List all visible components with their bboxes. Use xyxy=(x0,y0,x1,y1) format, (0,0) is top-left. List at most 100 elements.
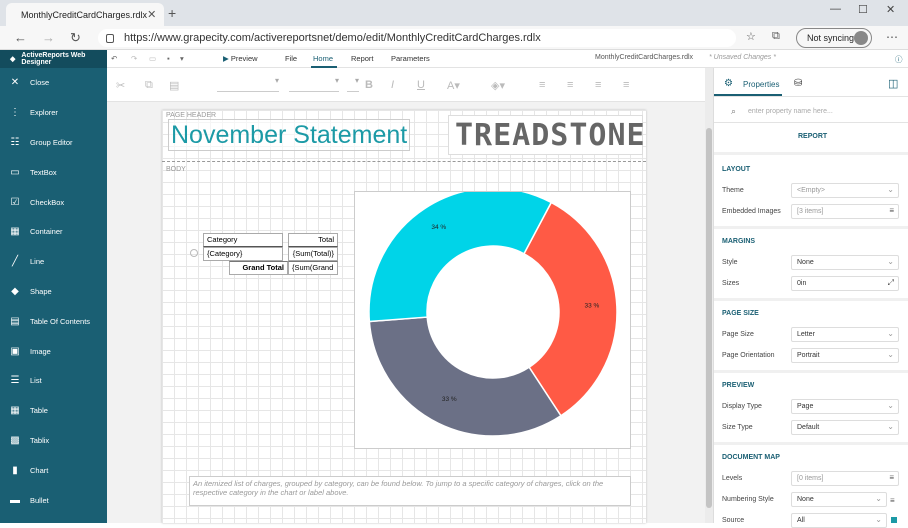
row-handle-icon[interactable] xyxy=(190,249,198,257)
url-text: https://www.grapecity.com/activereportsn… xyxy=(124,32,541,44)
menu-icon[interactable]: ≡ xyxy=(889,474,894,482)
sidebar-item-table[interactable]: ▦ Table xyxy=(0,396,107,426)
toolbox-sidebar: ◆ ActiveReports Web Designer ✕ Close ⋮ Exp… xyxy=(0,50,107,523)
sidebar-item-chart[interactable]: ▮ Chart xyxy=(0,455,107,485)
numbering-style-select[interactable]: None ⌄ xyxy=(791,492,887,507)
sidebar-item-explorer[interactable]: ⋮ Explorer xyxy=(0,98,107,128)
tab-file[interactable]: File xyxy=(285,54,297,63)
preview-tab[interactable]: ▶ Preview xyxy=(223,54,258,63)
table-grand-total-label[interactable]: Grand Total xyxy=(229,261,288,275)
report-note[interactable]: An itemized list of charges, grouped by … xyxy=(189,476,631,506)
sidebar-item-textbox[interactable]: ▭ TextBox xyxy=(0,157,107,187)
table-grand-total-value[interactable]: {Sum(Grand xyxy=(288,261,338,275)
maximize-icon[interactable]: ☐ xyxy=(858,3,868,16)
levels-field[interactable]: [0 items] ≡ xyxy=(791,471,899,486)
paste-icon[interactable]: ▤ xyxy=(169,79,179,92)
donut-slice-gray[interactable] xyxy=(368,316,562,437)
page-orientation-select[interactable]: Portrait ⌄ xyxy=(791,348,899,363)
save-dropdown-icon[interactable]: ▾ xyxy=(180,54,184,63)
tab-report[interactable]: Report xyxy=(351,54,374,63)
table-cell-category[interactable]: {Category} xyxy=(203,247,283,261)
redo-icon[interactable]: ↷ xyxy=(131,54,137,63)
size-type-select[interactable]: Default ⌄ xyxy=(791,420,899,435)
sidebar-item-list[interactable]: ☰ List xyxy=(0,366,107,396)
more-icon[interactable]: ⋯ xyxy=(886,30,898,44)
sidebar-item-toc[interactable]: ▤ Table Of Contents xyxy=(0,306,107,336)
sidebar-item-tablix[interactable]: ▩ Tablix xyxy=(0,426,107,456)
bold-icon[interactable]: B xyxy=(365,79,373,91)
list-icon: ☰ xyxy=(10,375,20,387)
donut-chart[interactable]: 33 % 33 % 34 % xyxy=(354,187,631,449)
property-search-input[interactable]: enter property name here... xyxy=(748,108,833,115)
favorites-icon[interactable]: ☆ xyxy=(746,30,756,43)
embedded-images-field[interactable]: [3 items] ≡ xyxy=(791,204,899,219)
table-header-category[interactable]: Category xyxy=(203,233,283,247)
sidebar-item-image[interactable]: ▣ Image xyxy=(0,336,107,366)
align-center-icon[interactable]: ≡ xyxy=(567,79,573,91)
tab-home[interactable]: Home xyxy=(313,54,333,63)
treadstone-logo[interactable]: TREADSTONE xyxy=(448,115,645,155)
undo-icon[interactable]: ↶ xyxy=(111,54,117,63)
underline-icon[interactable]: U xyxy=(417,79,425,91)
font-family-dropdown[interactable]: ▾ xyxy=(289,76,339,92)
font-color-icon[interactable]: A▾ xyxy=(447,79,460,92)
gear-icon[interactable]: ⚙ xyxy=(724,78,733,89)
sidebar-item-shape[interactable]: ◆ Shape xyxy=(0,277,107,307)
sidebar-item-line[interactable]: ╱ Line xyxy=(0,247,107,277)
menu-icon[interactable]: ≡ xyxy=(889,207,894,215)
display-type-select[interactable]: Page ⌄ xyxy=(791,399,899,414)
toc-icon: ▤ xyxy=(10,315,20,327)
table-cell-total[interactable]: {Sum(Total)} xyxy=(288,247,338,261)
sidebar-item-container[interactable]: ▦ Container xyxy=(0,217,107,247)
sidebar-item-bullet[interactable]: ▬ Bullet xyxy=(0,485,107,515)
sidebar-item-close[interactable]: ✕ Close xyxy=(0,68,107,98)
tab-close-icon[interactable]: ✕ xyxy=(147,8,156,21)
cut-icon[interactable]: ✂ xyxy=(116,79,125,92)
url-field[interactable]: https://www.grapecity.com/activereportsn… xyxy=(98,29,736,47)
canvas-scrollbar[interactable] xyxy=(705,68,713,523)
back-icon[interactable]: ← xyxy=(14,30,27,45)
info-icon[interactable]: ⓘ xyxy=(895,54,903,65)
properties-tab-label[interactable]: Properties xyxy=(743,80,779,89)
align-justify-icon[interactable]: ≡ xyxy=(623,79,629,91)
report-title[interactable]: November Statement xyxy=(168,119,411,151)
new-icon[interactable]: ▭ xyxy=(149,54,156,63)
refresh-icon[interactable]: ↻ xyxy=(70,30,81,46)
browser-tab[interactable]: MonthlyCreditCardCharges.rdlx ✕ xyxy=(6,3,164,26)
window-close-icon[interactable]: ✕ xyxy=(886,3,895,16)
divider xyxy=(714,370,908,373)
italic-icon[interactable]: I xyxy=(391,79,394,91)
sizes-input[interactable]: 0in ⤢ xyxy=(791,276,899,291)
fill-color-icon[interactable]: ◈▾ xyxy=(491,79,505,92)
minimize-icon[interactable]: — xyxy=(830,3,841,15)
forward-icon[interactable]: → xyxy=(42,30,55,45)
table-header-total[interactable]: Total xyxy=(288,233,338,247)
menu-icon[interactable]: ≡ xyxy=(890,496,895,505)
font-size-dropdown[interactable]: ▾ xyxy=(347,76,359,92)
donut-slice-cyan[interactable] xyxy=(368,187,553,323)
scrollbar-thumb[interactable] xyxy=(706,128,712,508)
expand-icon[interactable]: ⤢ xyxy=(888,279,894,287)
sidebar-item-group-editor[interactable]: ☷ Group Editor xyxy=(0,128,107,158)
theme-select[interactable]: <Empty> ⌄ xyxy=(791,183,899,198)
chevron-down-icon: ⌄ xyxy=(887,350,894,359)
sidebar-item-label: Chart xyxy=(30,465,49,475)
panel-toggle-icon[interactable]: ◫ xyxy=(888,77,898,90)
size-type-value: Default xyxy=(797,424,820,431)
source-select[interactable]: All ⌄ xyxy=(791,513,887,528)
unsaved-indicator: * Unsaved Changes * xyxy=(709,54,776,61)
collections-icon[interactable]: ⧉ xyxy=(772,30,780,43)
style-dropdown[interactable]: ▾ xyxy=(217,76,279,92)
save-icon[interactable]: ▪ xyxy=(167,54,170,63)
page-size-select[interactable]: Letter ⌄ xyxy=(791,327,899,342)
align-left-icon[interactable]: ≡ xyxy=(539,79,545,91)
copy-icon[interactable]: ⧉ xyxy=(145,79,153,92)
style-select[interactable]: None ⌄ xyxy=(791,255,899,270)
sync-button[interactable]: Not syncing xyxy=(796,28,872,48)
database-icon[interactable]: ⛁ xyxy=(794,78,802,89)
new-tab-button[interactable]: + xyxy=(168,5,176,21)
tab-parameters[interactable]: Parameters xyxy=(391,54,430,63)
sidebar-item-checkbox[interactable]: ☑ CheckBox xyxy=(0,187,107,217)
align-right-icon[interactable]: ≡ xyxy=(595,79,601,91)
address-bar-row: ← → ↻ https://www.grapecity.com/activere… xyxy=(0,26,908,50)
